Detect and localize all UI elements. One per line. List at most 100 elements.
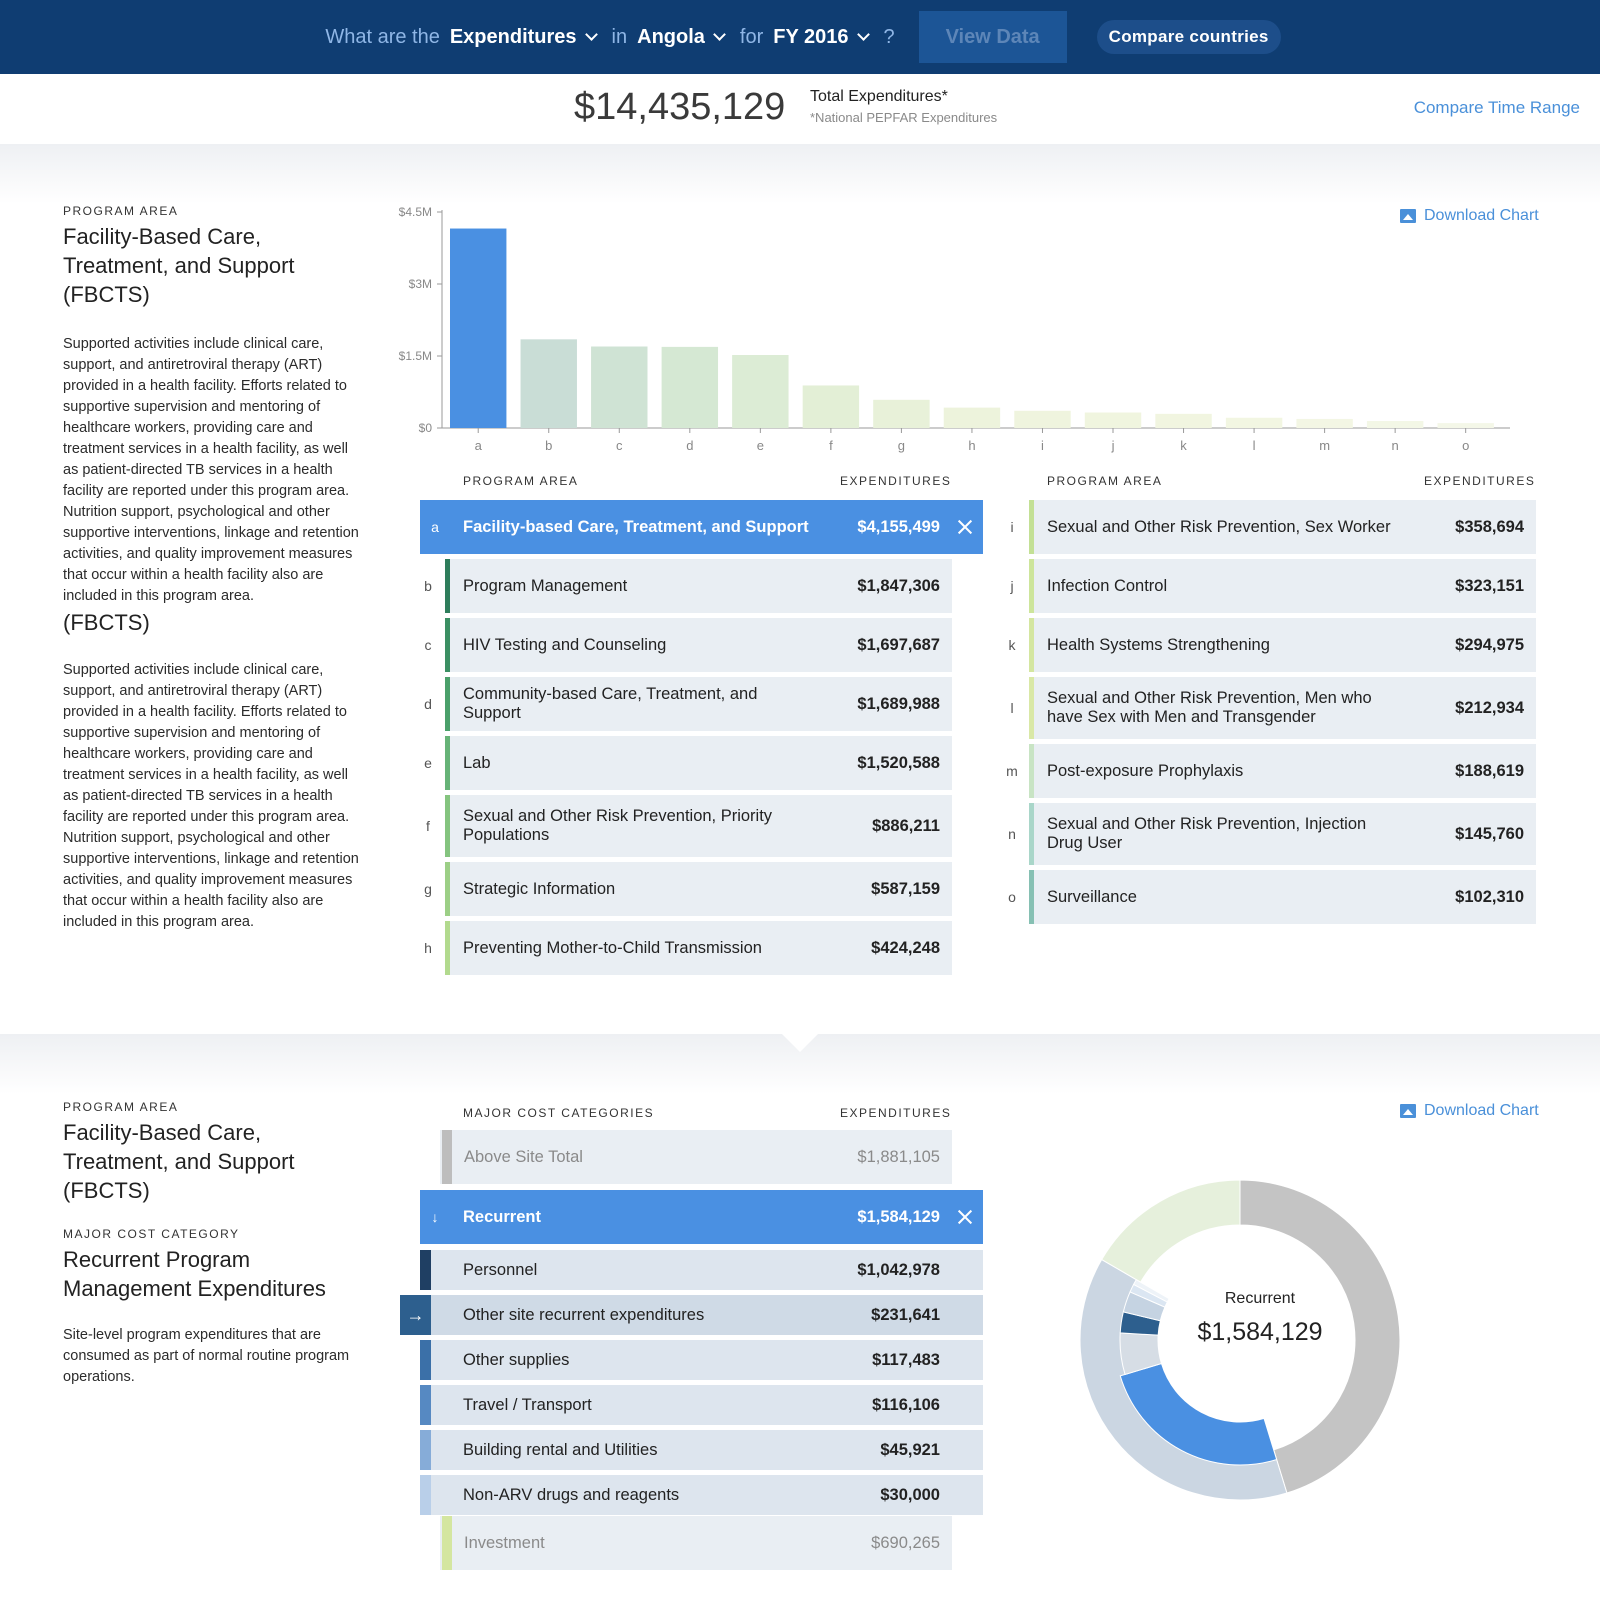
- program-row-i[interactable]: i Sexual and Other Risk Prevention, Sex W…: [1010, 500, 1536, 554]
- bar-g: [873, 399, 930, 428]
- compare-time-range-link[interactable]: Compare Time Range: [1414, 98, 1580, 118]
- x-tick-label: k: [1180, 438, 1187, 453]
- row-amount: $1,697,687: [857, 635, 940, 654]
- cost-category-title: Recurrent Program Management Expenditure…: [63, 1247, 326, 1301]
- x-tick-label: d: [686, 438, 693, 453]
- program-area-kicker: PROGRAM AREA: [63, 204, 179, 218]
- cost-subcategory-row[interactable]: Non-ARV drugs and reagents $30,000: [420, 1475, 983, 1515]
- program-area-info: PROGRAM AREA Facility-Based Care, Treatm…: [63, 204, 363, 622]
- query-prefix: What are the: [325, 25, 440, 48]
- program-row-d[interactable]: d Community-based Care, Treatment, and Su…: [424, 677, 952, 731]
- program-row-n[interactable]: n Sexual and Other Risk Prevention, Injec…: [1008, 803, 1536, 865]
- x-tick-label: n: [1392, 438, 1399, 453]
- chevron-down-icon: [713, 28, 726, 41]
- row-letter: e: [424, 755, 432, 771]
- program-area-title-2: Facility-Based Care, Treatment, and Supp…: [63, 1120, 295, 1203]
- view-data-button[interactable]: View Data: [918, 11, 1067, 63]
- donut-outer-slice: [1101, 1179, 1241, 1283]
- row-amount: $145,760: [1455, 824, 1524, 843]
- row-name: Non-ARV drugs and reagents: [463, 1485, 680, 1504]
- recurrent-row[interactable]: ↓ Recurrent $1,584,129: [420, 1190, 983, 1244]
- row-name: Facility-based Care, Treatment, and Supp…: [463, 517, 809, 536]
- row-amount: $1,881,105: [857, 1147, 940, 1166]
- row-name: Travel / Transport: [463, 1395, 592, 1414]
- donut-center-value: $1,584,129: [1197, 1318, 1323, 1346]
- country-value: Angola: [637, 25, 705, 48]
- bar-c: [591, 346, 648, 428]
- compare-countries-button[interactable]: Compare countries: [1096, 20, 1281, 54]
- bar-j: [1084, 412, 1142, 428]
- country-dropdown[interactable]: Angola: [637, 26, 730, 49]
- image-icon: [1400, 1104, 1416, 1118]
- cost-subcategory-row[interactable]: Other site recurrent expenditures $231,64…: [420, 1295, 983, 1335]
- row-amount: $1,847,306: [857, 576, 940, 595]
- metric-dropdown[interactable]: Expenditures: [450, 26, 602, 49]
- cost-subcategory-row[interactable]: Personnel $1,042,978: [420, 1250, 983, 1290]
- query-bar: What are the Expenditures in Angola for …: [0, 0, 1600, 74]
- arrow-right-icon[interactable]: →: [400, 1295, 431, 1335]
- cost-category-info: PROGRAM AREA Facility-Based Care, Treatm…: [63, 1100, 363, 1388]
- row-letter: i: [1010, 519, 1014, 535]
- program-area-title-overflow: (FBCTS): [63, 610, 150, 635]
- x-tick-label: f: [829, 438, 833, 453]
- row-name: Sexual and Other Risk Prevention, Sex Wo…: [1047, 517, 1391, 536]
- download-chart-button-2[interactable]: Download Chart: [1400, 1102, 1539, 1120]
- program-row-k[interactable]: k Health Systems Strengthening $294,975: [1009, 618, 1536, 672]
- chevron-down-icon: [856, 28, 870, 41]
- program-row-f[interactable]: f Sexual and Other Risk Prevention, Prior…: [426, 795, 952, 857]
- row-name: Above Site Total: [464, 1147, 583, 1166]
- row-name: Health Systems Strengthening: [1047, 635, 1270, 654]
- program-row-g[interactable]: g Strategic Information $587,159: [424, 862, 952, 916]
- x-tick-label: e: [757, 438, 764, 453]
- program-row-h[interactable]: h Preventing Mother-to-Child Transmission…: [424, 921, 952, 975]
- program-row-l[interactable]: l Sexual and Other Risk Prevention, Men w…: [1010, 677, 1536, 739]
- x-tick-label: i: [1041, 438, 1044, 453]
- program-area-header-left: PROGRAM AREA: [463, 474, 579, 488]
- y-tick-label: $0: [419, 421, 433, 435]
- x-tick-label: a: [475, 438, 483, 453]
- row-name: Recurrent: [463, 1207, 541, 1226]
- year-value: FY 2016: [773, 25, 849, 48]
- query-for: for: [739, 25, 764, 48]
- program-row-e[interactable]: e Lab $1,520,588: [424, 736, 952, 790]
- investment-row[interactable]: Investment $690,265: [440, 1516, 952, 1570]
- cost-subcategory-row[interactable]: Other supplies $117,483: [420, 1340, 983, 1380]
- program-area-description-repeat: Supported activities include clinical ca…: [63, 662, 359, 930]
- close-icon[interactable]: [957, 1209, 973, 1225]
- query-sentence: What are the Expenditures in Angola for …: [319, 11, 1281, 63]
- y-tick-label: $3M: [409, 277, 432, 291]
- total-expenditures-note: *National PEPFAR Expenditures: [810, 110, 998, 125]
- year-dropdown[interactable]: FY 2016: [773, 26, 873, 49]
- row-name: Surveillance: [1047, 887, 1137, 906]
- cost-subcategory-row[interactable]: Travel / Transport $116,106: [420, 1385, 983, 1425]
- row-letter: k: [1008, 637, 1016, 653]
- program-row-j[interactable]: j Infection Control $323,151: [1010, 559, 1536, 613]
- row-color-stripe: [420, 1250, 431, 1290]
- row-amount: $358,694: [1455, 517, 1524, 536]
- bar-e: [732, 355, 789, 428]
- program-area-bar-chart: $0 $1.5M $3M $4.5M a b c d e f g h i j k l m n o: [399, 205, 1510, 453]
- row-name: Other site recurrent expenditures: [463, 1305, 705, 1324]
- program-row-m[interactable]: m Post-exposure Prophylaxis $188,619: [1006, 744, 1536, 798]
- x-tick-label: o: [1462, 438, 1469, 453]
- program-row-b[interactable]: b Program Management $1,847,306: [424, 559, 952, 613]
- close-icon[interactable]: [957, 519, 973, 535]
- cost-subcategory-row[interactable]: Building rental and Utilities $45,921: [420, 1430, 983, 1470]
- program-area-description: Supported activities include clinical ca…: [63, 336, 359, 604]
- row-color-stripe: [420, 1340, 431, 1380]
- x-tick-label: j: [1111, 438, 1115, 453]
- row-name: Other supplies: [463, 1350, 570, 1369]
- row-name: Investment: [464, 1533, 545, 1552]
- row-letter: a: [431, 519, 439, 535]
- y-tick-label: $4.5M: [399, 205, 432, 219]
- chevron-down-icon: [584, 28, 598, 41]
- row-color-stripe: [442, 1516, 452, 1570]
- program-row-c[interactable]: c HIV Testing and Counseling $1,697,687: [425, 618, 952, 672]
- above-site-total-row[interactable]: Above Site Total $1,881,105: [440, 1130, 952, 1184]
- row-color-stripe: [1029, 803, 1034, 865]
- row-name: Program Management: [463, 576, 628, 595]
- program-row-a[interactable]: a Facility-based Care, Treatment, and Sup…: [420, 500, 983, 554]
- total-expenditures-label: Total Expenditures*: [810, 88, 948, 105]
- expenditures-header-right: EXPENDITURES: [1424, 474, 1536, 488]
- program-row-o[interactable]: o Surveillance $102,310: [1008, 870, 1536, 924]
